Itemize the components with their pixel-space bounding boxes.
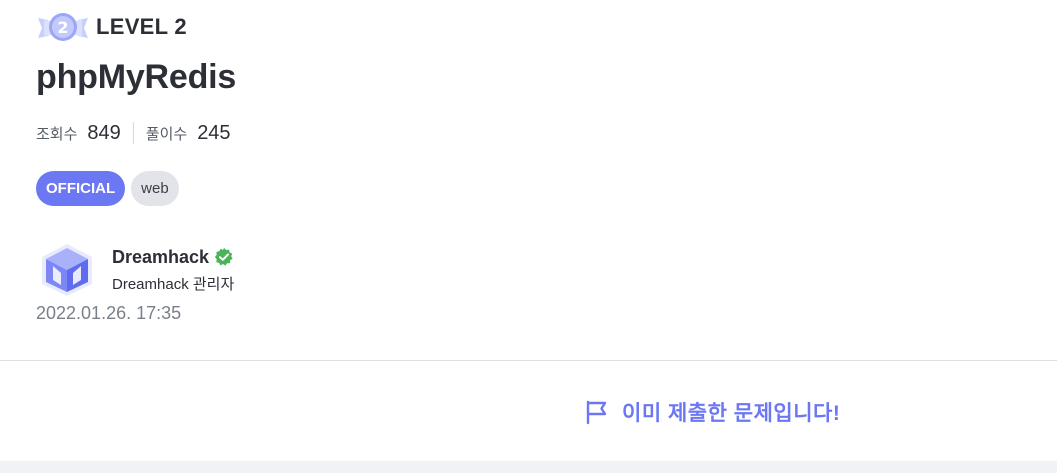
views-label: 조회수 — [36, 125, 78, 143]
submitted-text: 이미 제출한 문제입니다! — [622, 402, 841, 425]
tag-list: OFFICIAL web — [36, 171, 179, 206]
author-card[interactable]: Dreamhack Dreamhack 관리자 — [36, 240, 234, 298]
tag-web[interactable]: web — [131, 171, 179, 206]
author-role: Dreamhack 관리자 — [112, 276, 235, 293]
author-name-row: Dreamhack — [112, 244, 234, 270]
stats-divider — [132, 122, 134, 144]
author-name[interactable]: Dreamhack — [112, 247, 209, 268]
solves-label: 풀이수 — [145, 125, 188, 143]
section-divider — [0, 360, 1057, 361]
verified-badge-icon — [214, 248, 233, 266]
level-label: LEVEL 2 — [96, 14, 187, 39]
bottom-band — [0, 461, 1057, 473]
level-badge-number: 2 — [57, 18, 68, 37]
post-date: 2022.01.26. 17:35 — [36, 303, 182, 323]
tag-official[interactable]: OFFICIAL — [36, 171, 126, 206]
level-row: 2 LEVEL 2 — [36, 8, 187, 46]
submitted-notice: 이미 제출한 문제입니다! — [584, 396, 840, 428]
page-title: phpMyRedis — [36, 58, 237, 96]
author-info: Dreamhack Dreamhack 관리자 — [112, 240, 234, 294]
dreamhack-logo-icon — [42, 244, 92, 296]
challenge-page: 2 LEVEL 2 phpMyRedis 조회수 849 풀이수 245 OFF… — [0, 0, 1057, 473]
solves-count: 245 — [197, 121, 231, 144]
stats-row: 조회수 849 풀이수 245 — [36, 119, 231, 147]
flag-icon — [586, 400, 607, 425]
views-count: 849 — [87, 121, 121, 144]
level-badge-icon: 2 — [38, 13, 88, 41]
